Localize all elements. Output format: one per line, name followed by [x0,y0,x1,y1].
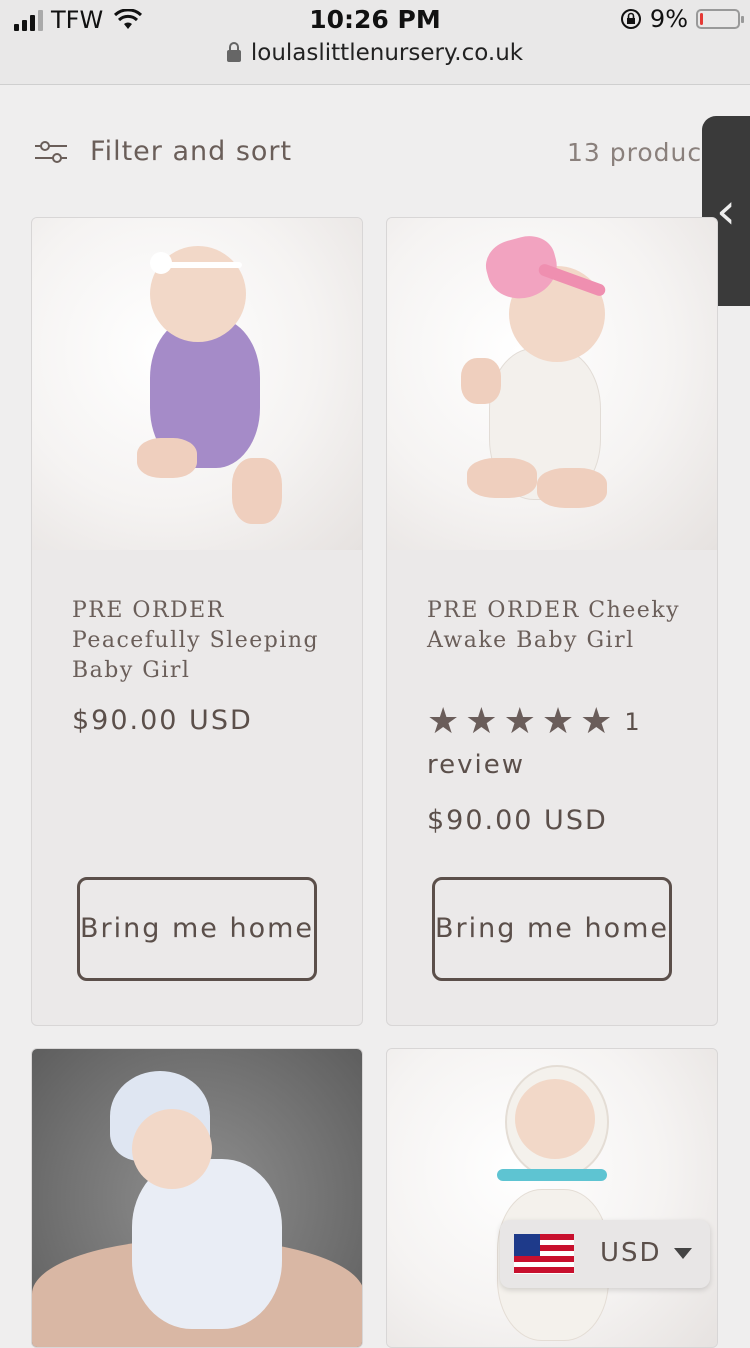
product-card[interactable] [386,1048,718,1348]
currency-code: USD [600,1238,662,1268]
star-icon: ★ [580,701,613,742]
doll-head [515,1079,595,1159]
caret-down-icon [674,1248,692,1259]
status-bar: TFW 10:26 PM 9% [0,0,750,40]
product-image[interactable] [32,1049,362,1347]
url-text[interactable]: loulaslittlenursery.co.uk [251,40,523,66]
product-image[interactable] [387,218,717,550]
battery-icon [696,9,744,29]
product-image[interactable] [32,218,362,550]
product-card[interactable]: PRE ORDER Peacefully Sleeping Baby Girl … [31,217,363,1026]
teal-bow [497,1169,607,1181]
battery-area: 9% [620,5,744,33]
product-card[interactable] [31,1048,363,1348]
product-price: $90.00 USD [427,805,608,836]
headband-bow [150,252,172,274]
filter-and-sort-button[interactable]: Filter and sort [34,136,292,167]
review-label: review [427,750,525,780]
battery-percent: 9% [649,5,688,33]
doll-leg [137,438,197,478]
star-rating: ★ ★ ★ ★ ★ 1 [427,704,640,740]
bring-me-home-button[interactable]: Bring me home [432,877,672,981]
doll-arm [461,358,501,404]
doll-head [132,1109,212,1189]
bring-me-home-button[interactable]: Bring me home [77,877,317,981]
product-price: $90.00 USD [72,705,253,736]
star-icon: ★ [541,701,575,742]
doll-leg [467,458,537,498]
doll-leg [537,468,607,508]
address-bar[interactable]: loulaslittlenursery.co.uk [0,40,750,85]
us-flag-icon [514,1234,574,1274]
doll-leg [232,458,282,524]
product-title[interactable]: PRE ORDER Peacefully Sleeping Baby Girl [72,596,332,686]
filter-label: Filter and sort [90,136,293,167]
review-count: 1 [624,708,640,736]
filter-sliders-icon [35,140,67,163]
star-icon: ★ [503,701,536,742]
product-image[interactable] [387,1049,717,1347]
chevron-left-icon: ‹ [716,182,736,240]
lock-icon [226,42,241,62]
product-card[interactable]: PRE ORDER Cheeky Awake Baby Girl ★ ★ ★ ★… [386,217,718,1026]
currency-selector[interactable]: USD [500,1220,710,1288]
star-icon: ★ [427,701,460,742]
orientation-lock-icon [620,9,641,29]
product-count: 13 product [567,138,713,167]
star-icon: ★ [465,701,498,742]
product-title[interactable]: PRE ORDER Cheeky Awake Baby Girl [427,596,687,656]
